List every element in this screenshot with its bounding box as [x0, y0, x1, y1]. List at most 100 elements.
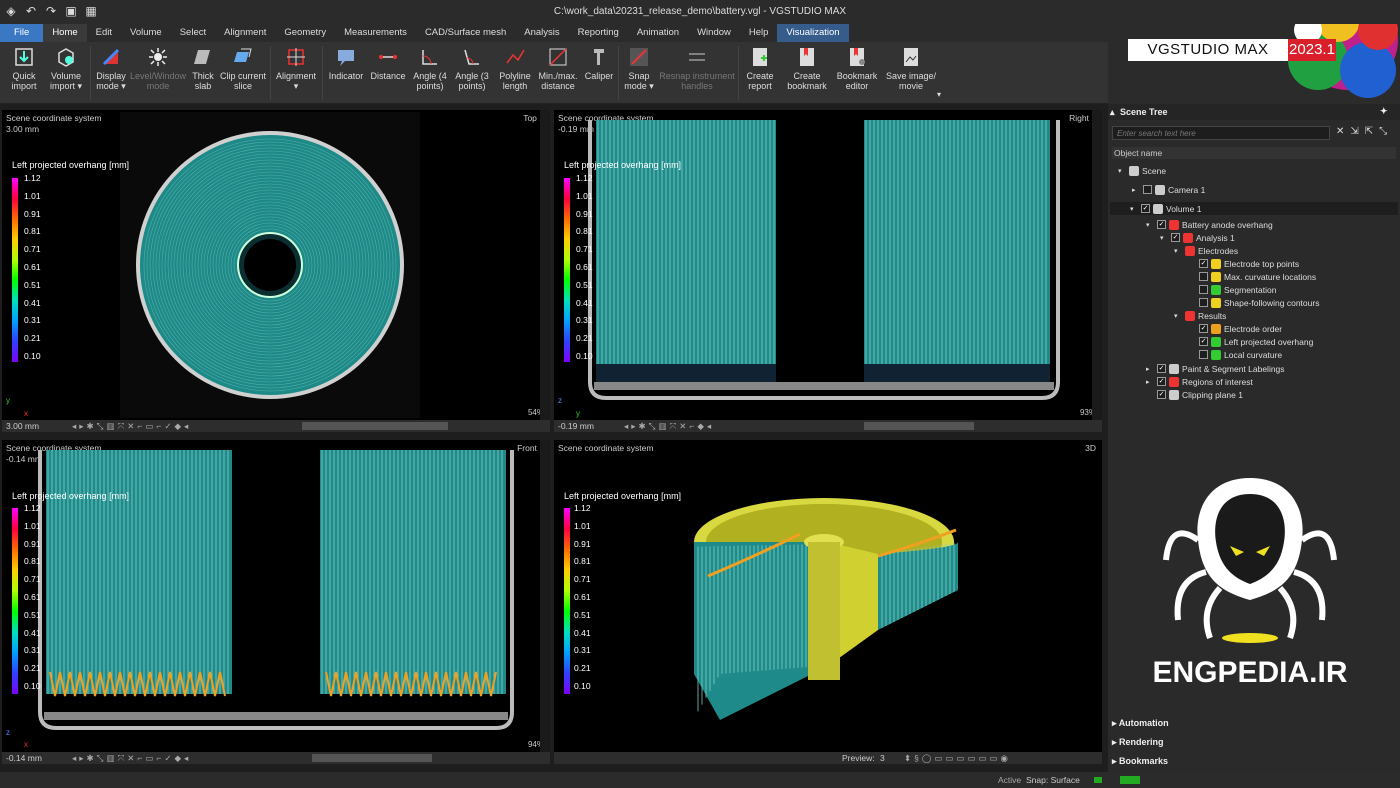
expand-icon[interactable]: ▸	[1146, 365, 1154, 373]
tree-item-max-curvature-locations[interactable]: Max. curvature locations	[1112, 270, 1316, 283]
collapse-icon[interactable]: ▴	[1110, 107, 1115, 118]
min-max-distance-button[interactable]: Min./max. distance	[536, 46, 580, 91]
create-bookmark-button[interactable]: Create bookmark	[784, 46, 830, 91]
menu-file[interactable]: File	[0, 24, 44, 42]
tree-item-shape-following-contours[interactable]: Shape-following contours	[1112, 296, 1319, 309]
viewport-front[interactable]: Scene coordinate system Front 1 -0.14 mm…	[2, 440, 550, 752]
alignment-button[interactable]: Alignment ▾	[274, 46, 318, 91]
expand-icon[interactable]: ▾	[1146, 221, 1154, 229]
viewport-scrollbar[interactable]	[540, 440, 550, 752]
position-field[interactable]: -0.14 mm	[6, 753, 42, 763]
preview-value[interactable]: 3	[880, 753, 885, 763]
visibility-checkbox[interactable]: ✓	[1157, 364, 1166, 373]
pin-icon[interactable]: ✦	[1380, 106, 1388, 117]
tree-item-paint-segment-labelings[interactable]: ▸ ✓ Paint & Segment Labelings	[1112, 362, 1285, 375]
expand-icon[interactable]: ▸	[1146, 378, 1154, 386]
viewport-right[interactable]: Scene coordinate system Right 1 -0.19 mm…	[554, 110, 1102, 420]
angle-4-points-button[interactable]: Angle (4 points)	[410, 46, 450, 91]
expand-icon[interactable]: ▾	[1130, 205, 1138, 213]
volume-import-button[interactable]: Volume import ▾	[46, 46, 86, 91]
viewport-tools[interactable]: ◂▸✱⤡▥⤧✕⌐▭⌐✓◆◂	[72, 421, 191, 432]
tree-item-scene[interactable]: ▾ Scene	[1112, 164, 1166, 177]
quick-import-button[interactable]: Quick import	[6, 46, 42, 91]
menu-volume[interactable]: Volume	[121, 24, 171, 42]
scene-tree-search[interactable]: Enter search text here	[1112, 126, 1330, 140]
visibility-checkbox[interactable]: ✓	[1141, 204, 1150, 213]
panel-bookmarks[interactable]: ▸ Bookmarks	[1112, 756, 1168, 767]
visibility-checkbox[interactable]: ✓	[1157, 220, 1166, 229]
caliper-button[interactable]: Caliper	[582, 46, 616, 81]
visibility-checkbox[interactable]	[1199, 350, 1208, 359]
visibility-checkbox[interactable]: ✓	[1199, 259, 1208, 268]
tree-item-analysis-1[interactable]: ▾ ✓ Analysis 1	[1112, 231, 1235, 244]
menu-select[interactable]: Select	[171, 24, 215, 42]
snap-mode-button[interactable]: Snap mode ▾	[622, 46, 656, 91]
search-tools[interactable]: ✕⇲⇱⤡	[1336, 126, 1393, 137]
visibility-checkbox[interactable]: ✓	[1199, 324, 1208, 333]
tree-item-electrodes[interactable]: ▾ Electrodes	[1112, 244, 1238, 257]
tree-item-left-projected-overhang[interactable]: ✓ Left projected overhang	[1112, 335, 1313, 348]
polyline-length-button[interactable]: Polyline length	[494, 46, 536, 91]
expand-icon[interactable]: ▾	[1160, 234, 1168, 242]
visibility-checkbox[interactable]: ✓	[1157, 390, 1166, 399]
tree-item-clipping-plane-1[interactable]: ✓ Clipping plane 1	[1112, 388, 1243, 401]
menu-visualization[interactable]: Visualization	[777, 24, 849, 42]
bookmark-editor-button[interactable]: Bookmark editor	[834, 46, 880, 91]
level-window-mode-button[interactable]: Level/Window mode	[130, 46, 186, 91]
viewport-scrollbar[interactable]	[1092, 110, 1102, 420]
menu-animation[interactable]: Animation	[628, 24, 688, 42]
visibility-checkbox[interactable]: ✓	[1199, 337, 1208, 346]
menu-window[interactable]: Window	[688, 24, 740, 42]
visibility-checkbox[interactable]: ✓	[1171, 233, 1180, 242]
menu-analysis[interactable]: Analysis	[515, 24, 568, 42]
ribbon-expand-icon[interactable]: ▾	[934, 90, 944, 100]
tree-item-battery-anode-overhang[interactable]: ▾ ✓ Battery anode overhang	[1112, 218, 1273, 231]
slice-scrollbar[interactable]	[312, 754, 432, 762]
panel-rendering[interactable]: ▸ Rendering	[1112, 737, 1164, 748]
slice-scrollbar[interactable]	[864, 422, 974, 430]
tree-item-local-curvature[interactable]: Local curvature	[1112, 348, 1282, 361]
tree-item-results[interactable]: ▾ Results	[1112, 309, 1226, 322]
viewport-top[interactable]: Scene coordinate system Top 1 3.00 mm Le…	[2, 110, 550, 420]
expand-icon[interactable]: ▸	[1132, 186, 1140, 194]
expand-icon[interactable]: ▾	[1174, 247, 1182, 255]
position-field[interactable]: 3.00 mm	[6, 421, 39, 431]
visibility-checkbox[interactable]	[1143, 185, 1152, 194]
menu-home[interactable]: Home	[43, 24, 87, 42]
distance-button[interactable]: Distance	[370, 46, 406, 81]
menu-edit[interactable]: Edit	[87, 24, 121, 42]
tree-item-electrode-order[interactable]: ✓ Electrode order	[1112, 322, 1282, 335]
viewport-tools[interactable]: ◂▸✱⤡▥⤧✕⌐◆◂	[624, 421, 714, 432]
tree-item-segmentation[interactable]: Segmentation	[1112, 283, 1276, 296]
menu-alignment[interactable]: Alignment	[215, 24, 275, 42]
slice-scrollbar[interactable]	[302, 422, 448, 430]
visibility-checkbox[interactable]	[1199, 285, 1208, 294]
visibility-checkbox[interactable]	[1199, 298, 1208, 307]
viewport-3d[interactable]: Scene coordinate system 3D Left projecte…	[554, 440, 1102, 752]
position-field[interactable]: -0.19 mm	[558, 421, 594, 431]
visibility-checkbox[interactable]	[1199, 272, 1208, 281]
indicator-button[interactable]: Indicator	[326, 46, 366, 81]
tree-item-electrode-top-points[interactable]: ✓ Electrode top points	[1112, 257, 1299, 270]
viewport-tools[interactable]: ◂▸✱⤡▥⤧✕⌐▭⌐✓◆◂	[72, 753, 191, 764]
render-tools[interactable]: ⬍§◯▭▭▭▭▭▭◉	[904, 753, 1011, 764]
column-header[interactable]: Object name	[1112, 147, 1396, 159]
tree-item-camera-1[interactable]: ▸ Camera 1	[1112, 183, 1205, 196]
menu-cad[interactable]: CAD/Surface mesh	[416, 24, 515, 42]
expand-icon[interactable]: ▾	[1118, 167, 1126, 175]
resnap-handles-button[interactable]: Resnap instrument handles	[658, 46, 736, 91]
display-mode-button[interactable]: Display mode ▾	[94, 46, 128, 91]
create-report-button[interactable]: Create report	[742, 46, 778, 91]
menu-reporting[interactable]: Reporting	[569, 24, 628, 42]
viewport-scrollbar[interactable]	[540, 110, 550, 420]
thick-slab-button[interactable]: Thick slab	[188, 46, 218, 91]
expand-icon[interactable]: ▾	[1174, 312, 1182, 320]
clip-slice-button[interactable]: Clip current slice	[218, 46, 268, 91]
tree-item-regions-of-interest[interactable]: ▸ ✓ Regions of interest	[1112, 375, 1253, 388]
angle-3-points-button[interactable]: Angle (3 points)	[452, 46, 492, 91]
menu-measurements[interactable]: Measurements	[335, 24, 416, 42]
menu-help[interactable]: Help	[740, 24, 778, 42]
tree-item-volume-1[interactable]: ▾ ✓ Volume 1	[1110, 202, 1398, 215]
save-image-movie-button[interactable]: Save image/movie	[884, 46, 938, 91]
panel-automation[interactable]: ▸ Automation	[1112, 718, 1169, 729]
